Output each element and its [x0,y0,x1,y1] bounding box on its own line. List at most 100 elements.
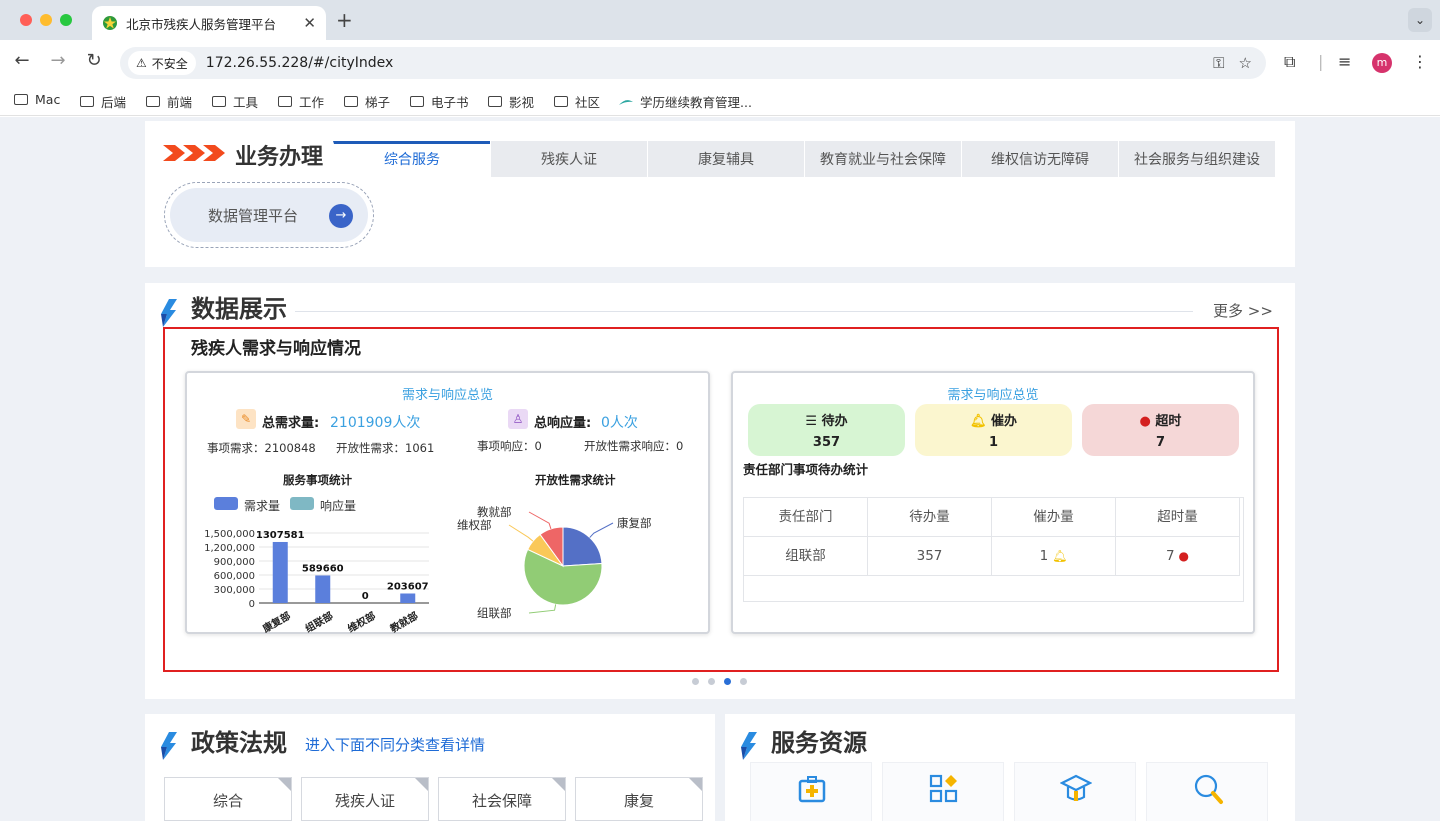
security-label: 不安全 [151,56,188,71]
y-tick-label: 600,000 [214,571,255,582]
minimize-window-button[interactable] [40,14,52,26]
extensions-icon[interactable]: ⧉ [1284,52,1295,72]
maximize-window-button[interactable] [60,14,72,26]
bar-data-label: 0 [362,591,369,602]
folder-icon [488,96,502,107]
policy-cat-general[interactable]: 综合 [164,777,292,821]
table-cell-dept: 组联部 [744,537,868,576]
bookmark-folder-tools[interactable]: 工具 [212,92,258,111]
bookmark-label: 影视 [509,95,535,110]
status-urge-card[interactable]: 🔔︎ 催办 1 [915,404,1072,456]
bookmark-folder-work[interactable]: 工作 [278,92,324,111]
title-divider [295,311,1193,312]
resource-medical[interactable] [750,762,872,821]
pie-leader-line [528,511,552,530]
tab-education-employment[interactable]: 教育就业与社会保障 [804,141,961,177]
lightning-icon [161,299,177,327]
resource-jobs[interactable] [1146,762,1268,821]
bookmark-folder-ladder[interactable]: 梯子 [344,92,390,111]
address-bar[interactable]: ⚠ 不安全 172.26.55.228/#/cityIndex ⚿ ☆ [120,47,1266,79]
card-title: 需求与响应总览 [401,388,493,403]
data-platform-button[interactable]: 数据管理平台 → [170,188,368,242]
total-response-label: 总响应量: [534,416,592,431]
total-response-value: 0人次 [601,415,638,431]
tab-rights-accessibility[interactable]: 维权信访无障碍 [961,141,1118,177]
x-tick-label: 康复部 [260,609,292,633]
bookmark-label: 电子书 [431,95,469,110]
table-header-overdue: 超时量 [1116,498,1240,537]
legend-swatch-demand [214,497,238,510]
policy-link[interactable]: 进入下面不同分类查看详情 [305,734,485,755]
x-tick-label: 教就部 [387,609,420,633]
bookmark-star-icon[interactable]: ☆ [1239,54,1252,72]
dept-stats-title: 责任部门事项待办统计 [743,462,869,477]
policy-cat-label: 康复 [623,792,654,810]
pie-chart: 康复部组联部 维权部教就部 [457,505,652,620]
edit-icon: ✎ [236,409,256,429]
list-icon: ☰ [805,414,822,429]
bar-demand [272,541,288,603]
pie-leader-line [589,522,614,538]
carousel-dot-3[interactable] [724,678,731,685]
bookmark-folder-mac[interactable]: Mac [14,92,60,107]
bookmark-folder-backend[interactable]: 后端 [80,92,126,111]
bar-data-label: 589660 [302,563,344,574]
policy-cat-disability-card[interactable]: 残疾人证 [301,777,429,821]
policy-cat-label: 社会保障 [471,792,532,810]
legend-label-response: 响应量 [320,499,357,513]
legend-swatch-response [290,497,314,510]
table-header-urge: 催办量 [992,498,1116,537]
new-tab-button[interactable]: + [336,8,353,32]
bar-chart-title: 服务事项统计 [283,473,352,487]
resources-title: 服务资源 [771,729,867,757]
forward-icon[interactable]: → [46,50,70,71]
bookmark-folder-ebook[interactable]: 电子书 [410,92,469,111]
bookmark-education[interactable]: 学历继续教育管理... [618,92,752,111]
bookmarks-bar: Mac 后端 前端 工具 工作 梯子 电子书 影视 社区 学历继续教育管理... [0,86,1440,116]
browser-tab[interactable]: 北京市残疾人服务管理平台 ✕ [92,6,326,40]
browser-menu-icon[interactable]: ⋮ [1412,52,1428,71]
policy-cat-label: 综合 [212,792,243,810]
tab-disability-card[interactable]: 残疾人证 [490,141,647,177]
resource-apps[interactable] [882,762,1004,821]
media-control-icon[interactable]: ≡ [1338,52,1351,71]
tab-rehab-aids[interactable]: 康复辅具 [647,141,804,177]
policy-cat-social-security[interactable]: 社会保障 [438,777,566,821]
tab-social-service[interactable]: 社会服务与组织建设 [1118,141,1275,177]
resource-education[interactable] [1014,762,1136,821]
clock-icon: ● [1139,414,1156,429]
close-window-button[interactable] [20,14,32,26]
tab-comprehensive-service[interactable]: 综合服务 [333,141,490,177]
url-text[interactable]: 172.26.55.228/#/cityIndex [206,55,1213,71]
security-chip[interactable]: ⚠ 不安全 [128,51,196,75]
reload-icon[interactable]: ↻ [82,50,106,71]
policy-cat-rehab[interactable]: 康复 [575,777,703,821]
carousel-dot-2[interactable] [708,678,715,685]
more-link[interactable]: 更多 >> [1213,300,1273,321]
x-tick-label: 维权部 [345,609,377,633]
folder-icon [14,94,28,105]
password-key-icon[interactable]: ⚿ [1213,54,1224,72]
bookmark-folder-video[interactable]: 影视 [488,92,534,111]
status-pending-card[interactable]: ☰ 待办 357 [748,404,905,456]
arrow-right-icon[interactable]: → [329,204,353,228]
folder-icon [146,96,160,107]
legend-label-demand: 需求量 [244,499,281,513]
tab-close-icon[interactable]: ✕ [303,14,316,32]
status-overdue-card[interactable]: ● 超时 7 [1082,404,1239,456]
bookmark-label: Mac [35,92,61,107]
bookmark-folder-community[interactable]: 社区 [554,92,600,111]
tab-search-button[interactable]: ⌄ [1408,8,1432,32]
back-icon[interactable]: ← [10,50,34,71]
urge-count: 1 [1039,548,1049,564]
overdue-count: 7 [1166,548,1175,564]
total-demand-label: 总需求量: [262,416,320,431]
carousel-dot-4[interactable] [740,678,747,685]
folder-icon [212,96,226,107]
pie-label: 康复部 [617,516,652,530]
carousel-dot-1[interactable] [692,678,699,685]
bookmark-folder-frontend[interactable]: 前端 [146,92,192,111]
status-urge-value: 1 [988,435,999,450]
profile-avatar[interactable]: m [1372,53,1392,73]
pie-label: 教就部 [477,505,512,519]
